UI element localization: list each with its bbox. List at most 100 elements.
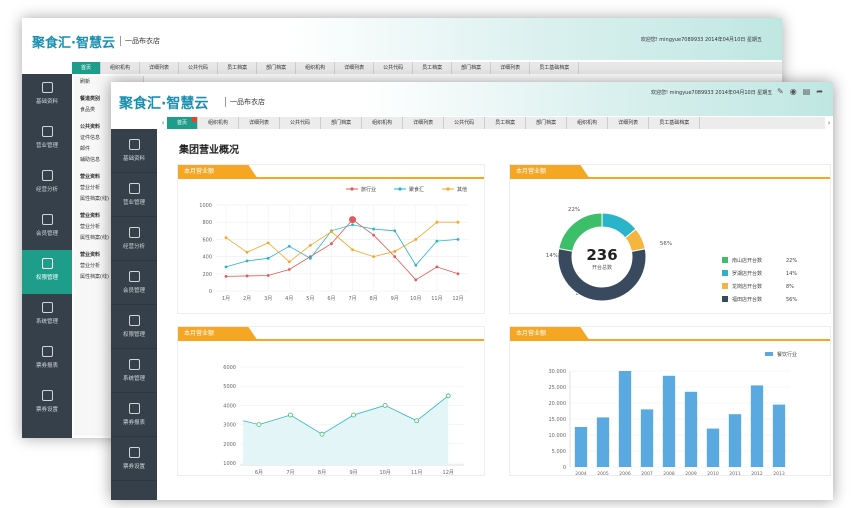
- data-point[interactable]: [393, 255, 397, 258]
- data-point[interactable]: [308, 256, 312, 260]
- tab-8[interactable]: 员工档案: [485, 117, 527, 129]
- bar-2008[interactable]: [662, 375, 676, 467]
- tab-6[interactable]: 详细列表: [403, 117, 445, 129]
- data-point[interactable]: [435, 265, 439, 269]
- data-point[interactable]: [372, 255, 376, 258]
- back-tab-3[interactable]: 公共代码: [179, 62, 219, 74]
- bar-2006[interactable]: [618, 371, 632, 467]
- data-point[interactable]: [256, 422, 262, 427]
- tab-7[interactable]: 公共代码: [444, 117, 486, 129]
- data-point[interactable]: [393, 229, 397, 233]
- data-point[interactable]: [288, 412, 293, 418]
- back-tab-0[interactable]: 首页: [72, 62, 102, 74]
- data-point[interactable]: [349, 216, 357, 224]
- data-point[interactable]: [414, 278, 418, 282]
- data-point[interactable]: [351, 248, 354, 252]
- bar-2013[interactable]: [772, 404, 786, 467]
- back-tab-10[interactable]: 部门档案: [452, 62, 492, 74]
- sidebar-item-3[interactable]: 会员管理: [111, 261, 157, 305]
- data-point[interactable]: [414, 238, 418, 241]
- tab-2[interactable]: 详细列表: [239, 117, 281, 129]
- data-point[interactable]: [266, 256, 270, 260]
- tab-1[interactable]: 组织机构: [198, 117, 240, 129]
- back-tab-4[interactable]: 员工档案: [218, 62, 258, 74]
- back-sidebar-item-3[interactable]: 会员管理: [22, 206, 72, 250]
- sidebar-item-2[interactable]: 经营分析: [111, 217, 157, 261]
- data-point[interactable]: [266, 241, 270, 245]
- data-point[interactable]: [330, 242, 333, 246]
- bar-2004[interactable]: [574, 427, 588, 467]
- back-tab-2[interactable]: 详细列表: [140, 62, 180, 74]
- bar-2005[interactable]: [596, 417, 610, 467]
- tab-11[interactable]: 详细列表: [608, 117, 650, 129]
- data-point[interactable]: [287, 260, 291, 264]
- sidebar-item-5[interactable]: 系统管理: [111, 349, 157, 393]
- back-tab-5[interactable]: 部门档案: [257, 62, 297, 74]
- back-sidebar-item-7[interactable]: 票券设置: [22, 382, 72, 426]
- tab-5[interactable]: 组织机构: [362, 117, 404, 129]
- data-point[interactable]: [456, 238, 460, 241]
- tab-next-icon[interactable]: ›: [825, 117, 833, 129]
- back-sidebar-item-0[interactable]: 基础资料: [22, 74, 72, 118]
- logout-icon[interactable]: ➦: [816, 87, 823, 96]
- sidebar-item-1[interactable]: 营业管理: [111, 173, 157, 217]
- data-point[interactable]: [224, 236, 228, 240]
- back-tab-6[interactable]: 组织机构: [296, 62, 336, 74]
- data-point[interactable]: [245, 274, 249, 278]
- tab-4[interactable]: 部门档案: [321, 117, 363, 129]
- back-tab-1[interactable]: 组织机构: [101, 62, 141, 74]
- bar-2011[interactable]: [728, 414, 742, 467]
- sidebar-item-6[interactable]: 票券报表: [111, 393, 157, 437]
- data-point[interactable]: [435, 220, 439, 224]
- sidebar-item-4[interactable]: 权限管理: [111, 305, 157, 349]
- data-point[interactable]: [372, 233, 376, 237]
- back-sidebar-item-4[interactable]: 权限管理: [22, 250, 72, 294]
- tab-3[interactable]: 公共代码: [280, 117, 322, 129]
- bar-2009[interactable]: [684, 391, 698, 467]
- back-sidebar-item-2[interactable]: 经营分析: [22, 162, 72, 206]
- back-sidebar-item-5[interactable]: 系统管理: [22, 294, 72, 338]
- data-point[interactable]: [319, 431, 325, 437]
- data-point[interactable]: [224, 265, 228, 269]
- bar-2007[interactable]: [640, 409, 654, 467]
- data-point[interactable]: [330, 230, 333, 234]
- sidebar-item-0[interactable]: 基础资料: [111, 129, 157, 173]
- tab-10[interactable]: 组织机构: [567, 117, 609, 129]
- data-point[interactable]: [414, 263, 418, 267]
- data-point[interactable]: [414, 418, 420, 424]
- sidebar-item-7[interactable]: 票券设置: [111, 437, 157, 481]
- bar-2010[interactable]: [706, 428, 720, 467]
- back-tab-8[interactable]: 公共代码: [374, 62, 414, 74]
- data-point[interactable]: [351, 223, 354, 227]
- data-point[interactable]: [287, 244, 291, 248]
- data-point[interactable]: [308, 244, 312, 247]
- data-point[interactable]: [372, 227, 376, 231]
- data-point[interactable]: [245, 259, 249, 263]
- data-point[interactable]: [393, 250, 397, 253]
- back-sidebar-item-1[interactable]: 营业管理: [22, 118, 72, 162]
- tab-prev-icon[interactable]: ‹: [159, 117, 167, 129]
- data-point[interactable]: [456, 220, 460, 224]
- data-point[interactable]: [245, 250, 249, 254]
- data-point[interactable]: [351, 412, 356, 418]
- tab-12[interactable]: 员工基础档案: [649, 117, 701, 129]
- data-point[interactable]: [435, 239, 439, 243]
- data-point[interactable]: [445, 393, 451, 399]
- data-point[interactable]: [287, 268, 291, 271]
- back-tab-7[interactable]: 详细列表: [335, 62, 375, 74]
- data-point[interactable]: [266, 274, 270, 277]
- back-tab-9[interactable]: 员工档案: [413, 62, 453, 74]
- tab-9[interactable]: 部门档案: [526, 117, 568, 129]
- tab-0[interactable]: 首页: [167, 117, 199, 129]
- print-icon[interactable]: ▤: [803, 87, 811, 96]
- data-point[interactable]: [224, 274, 228, 278]
- message-icon[interactable]: ◉: [790, 87, 797, 96]
- data-point[interactable]: [456, 272, 460, 276]
- tab-close-icon[interactable]: [192, 117, 198, 122]
- data-point[interactable]: [382, 403, 388, 408]
- back-tab-11[interactable]: 详细列表: [491, 62, 531, 74]
- edit-icon[interactable]: ✎: [777, 87, 784, 96]
- bar-2012[interactable]: [750, 385, 764, 467]
- back-tab-12[interactable]: 员工基础档案: [530, 62, 580, 74]
- back-sidebar-item-6[interactable]: 票券报表: [22, 338, 72, 382]
